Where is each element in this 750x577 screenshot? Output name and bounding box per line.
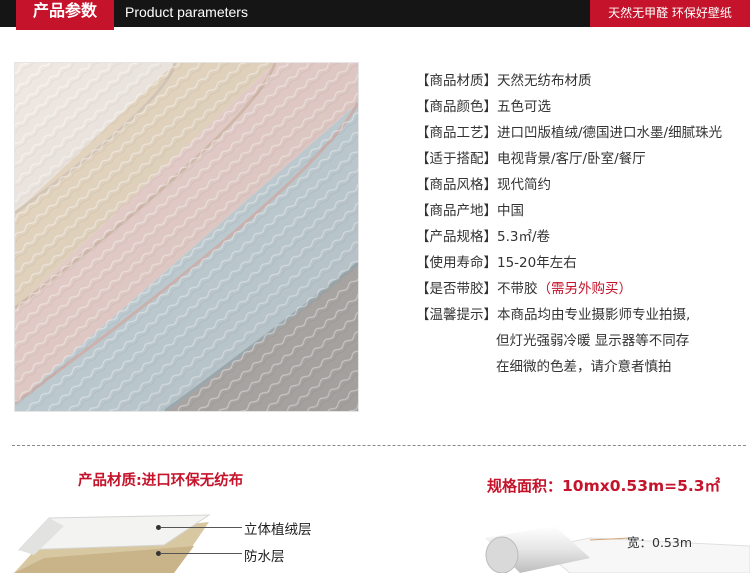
spec-row-style: 【商品风格】现代简约: [416, 177, 551, 193]
spec-row-origin: 【商品产地】中国: [416, 203, 524, 219]
material-layers-illustration: [14, 514, 211, 573]
tips-line-2: 但灯光强弱冷暖 显示器等不同存: [496, 333, 690, 349]
section-title-en: Product parameters: [125, 4, 248, 20]
spec-row-lifespan: 【使用寿命】15-20年左右: [416, 255, 577, 271]
roll-illustration: [480, 518, 750, 574]
spec-list: 【商品材质】天然无纺布材质 【商品颜色】五色可选 【商品工艺】进口凹版植绒/德国…: [416, 68, 746, 380]
material-title: 产品材质:进口环保无纺布: [78, 473, 244, 489]
wallpaper-rolls-photo: [14, 62, 359, 412]
spec-row-glue: 【是否带胶】不带胶（需另外购买）: [416, 281, 633, 297]
spec-row-size: 【产品规格】5.3㎡/卷: [416, 229, 551, 245]
layer-label-waterproof: 防水层: [244, 549, 285, 565]
section-title-badge: 产品参数: [16, 0, 114, 30]
material-layers-diagram: [14, 510, 242, 573]
slogan-badge: 天然无甲醛 环保好壁纸: [590, 0, 750, 27]
dashed-divider: [12, 445, 746, 446]
spec-row-usage: 【适于搭配】电视背景/客厅/卧室/餐厅: [416, 151, 646, 167]
size-formula: 10mx0.53m=5.3㎡: [562, 477, 721, 495]
width-label: 宽：0.53m: [627, 535, 693, 550]
spec-row-material: 【商品材质】天然无纺布材质: [416, 73, 592, 89]
spec-row-tips: 【温馨提示】本商品均由专业摄影师专业拍摄,: [416, 307, 691, 323]
spec-row-color: 【商品颜色】五色可选: [416, 99, 551, 115]
layer-label-flock: 立体植绒层: [244, 522, 312, 538]
spec-row-craft: 【商品工艺】进口凹版植绒/德国进口水墨/细腻珠光: [416, 125, 723, 141]
size-title: 规格面积：10mx0.53m=5.3㎡: [487, 477, 721, 495]
layer-leader-bottom: [160, 553, 242, 554]
tips-line-3: 在细微的色差，请介意者慎拍: [496, 359, 672, 375]
glue-note: （需另外购买）: [537, 281, 633, 297]
layer-leader-top: [160, 527, 242, 528]
